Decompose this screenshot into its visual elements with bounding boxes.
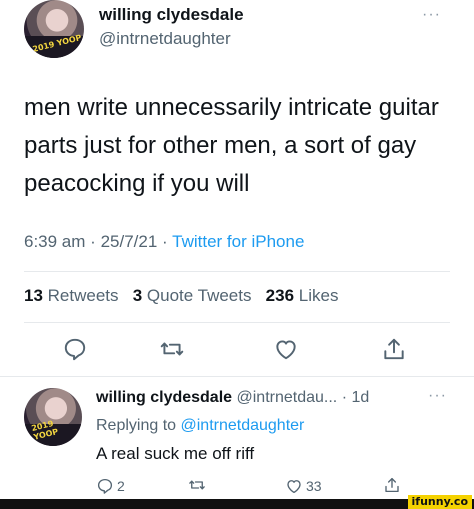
reply-more-options-button[interactable]: ··· (428, 387, 447, 405)
reply-share-button[interactable] (383, 476, 401, 496)
reply-reply-button[interactable]: 2 (96, 476, 125, 496)
reply-icon (97, 478, 113, 494)
ifunny-watermark: ifunny.co (407, 495, 472, 509)
reply-retweet-button[interactable] (188, 476, 206, 496)
like-button[interactable] (273, 336, 299, 362)
watermark-bar (0, 499, 474, 509)
replying-to-line: Replying to @intrnetdaughter (96, 417, 304, 435)
reply-icon (64, 338, 86, 361)
author-handle[interactable]: @intrnetdaughter (99, 29, 231, 49)
reply-count: 2 (117, 478, 125, 494)
reply-text: A real suck me off riff (96, 444, 255, 463)
reply-display-name[interactable]: willing clydesdale (96, 389, 232, 406)
reply-header: willing clydesdale @intrnetdau... · 1d (96, 389, 369, 407)
retweet-button[interactable] (159, 336, 185, 362)
meta-separator: · (162, 232, 168, 251)
retweet-icon (160, 342, 184, 356)
like-icon (287, 480, 301, 494)
tweet-date[interactable]: 25/7/21 (101, 232, 158, 251)
tweet-text: men write unnecessarily intricate guitar… (24, 94, 439, 197)
reply-time[interactable]: · 1d (342, 389, 370, 406)
reply-handle[interactable]: @intrnetdau... (237, 389, 338, 406)
likes-stat[interactable]: 236 Likes (266, 286, 339, 305)
more-options-button[interactable]: ··· (422, 6, 441, 24)
tweet-stats: 13 Retweets 3 Quote Tweets 236 Likes (24, 286, 338, 306)
like-icon (276, 340, 296, 360)
retweet-icon (189, 480, 205, 490)
share-icon (385, 477, 399, 493)
replying-to-handle-link[interactable]: @intrnetdaughter (181, 417, 305, 434)
tweet-meta: 6:39 am · 25/7/21 · Twitter for iPhone (24, 232, 304, 252)
divider (24, 322, 450, 323)
share-icon (384, 338, 404, 360)
tweet-source-link[interactable]: Twitter for iPhone (172, 232, 304, 251)
meta-separator: · (90, 232, 96, 251)
reply-like-button[interactable]: 33 (285, 476, 322, 496)
reply-button[interactable] (62, 336, 88, 362)
like-count: 33 (306, 478, 322, 494)
author-display-name[interactable]: willing clydesdale (99, 5, 244, 25)
quote-tweets-stat[interactable]: 3 Quote Tweets (133, 286, 252, 305)
retweets-stat[interactable]: 13 Retweets (24, 286, 119, 305)
tweet-time[interactable]: 6:39 am (24, 232, 85, 251)
replying-to-label: Replying to (96, 417, 177, 434)
share-button[interactable] (381, 336, 407, 362)
divider (0, 376, 474, 377)
author-avatar[interactable]: 2019 YOOP (24, 0, 84, 58)
reply-author-avatar[interactable]: 2019 YOOP (24, 388, 82, 446)
divider (24, 271, 450, 272)
